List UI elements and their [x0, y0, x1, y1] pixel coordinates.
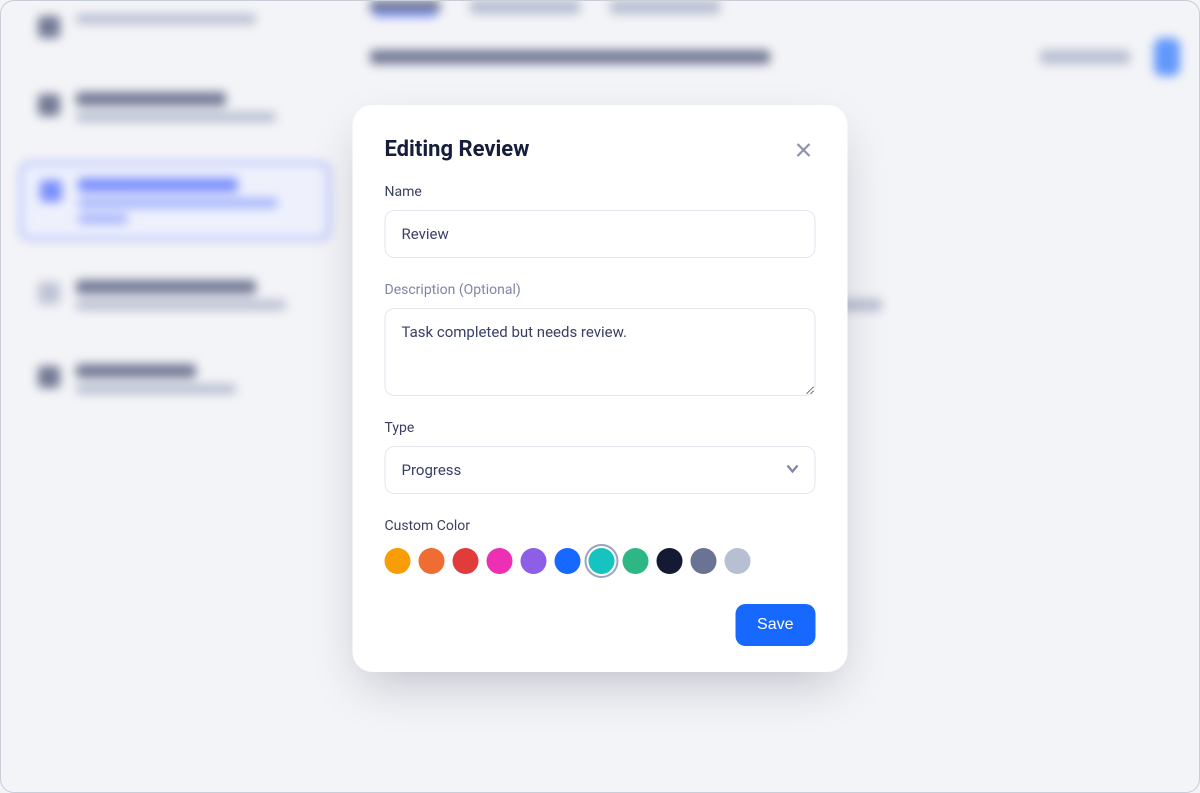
color-swatch[interactable]	[589, 548, 615, 574]
description-input[interactable]	[385, 308, 816, 396]
color-swatch[interactable]	[453, 548, 479, 574]
color-swatch[interactable]	[521, 548, 547, 574]
color-swatch[interactable]	[657, 548, 683, 574]
modal-title: Editing Review	[385, 137, 530, 162]
name-input[interactable]	[385, 210, 816, 258]
description-label: Description (Optional)	[385, 282, 816, 298]
color-swatch[interactable]	[385, 548, 411, 574]
color-swatch[interactable]	[623, 548, 649, 574]
close-icon	[797, 143, 811, 157]
type-label: Type	[385, 420, 816, 436]
color-swatch[interactable]	[725, 548, 751, 574]
modal-header: Editing Review	[385, 137, 816, 162]
color-swatch[interactable]	[419, 548, 445, 574]
color-swatch[interactable]	[487, 548, 513, 574]
color-swatch[interactable]	[691, 548, 717, 574]
color-swatches	[385, 548, 816, 574]
color-label: Custom Color	[385, 518, 816, 534]
color-swatch[interactable]	[555, 548, 581, 574]
name-label: Name	[385, 184, 816, 200]
edit-review-modal: Editing Review Name Description (Optiona…	[353, 105, 848, 672]
save-button[interactable]: Save	[735, 604, 815, 646]
close-button[interactable]	[792, 138, 816, 162]
type-field: Type Progress	[385, 420, 816, 494]
color-field: Custom Color	[385, 518, 816, 574]
description-field: Description (Optional)	[385, 282, 816, 396]
name-field: Name	[385, 184, 816, 258]
modal-footer: Save	[385, 604, 816, 646]
type-select[interactable]: Progress	[385, 446, 816, 494]
type-select-wrap: Progress	[385, 446, 816, 494]
